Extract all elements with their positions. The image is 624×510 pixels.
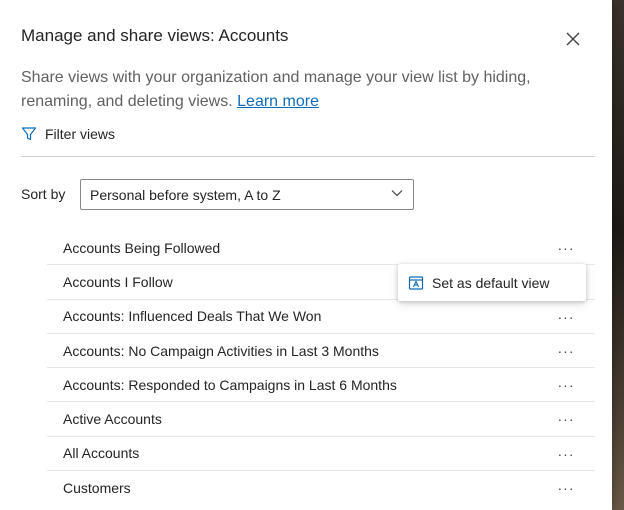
divider [21, 156, 595, 157]
view-row[interactable]: Accounts: Responded to Campaigns in Last… [47, 368, 595, 403]
more-options-button[interactable]: ··· [551, 443, 581, 465]
view-row[interactable]: Accounts: Influenced Deals That We Won ·… [47, 300, 595, 334]
close-button[interactable] [560, 26, 586, 52]
view-row[interactable]: All Accounts ··· [47, 437, 595, 472]
view-row[interactable]: Accounts Being Followed ··· [47, 231, 595, 266]
manage-views-panel: Manage and share views: Accounts Share v… [0, 0, 612, 510]
sort-selected-value: Personal before system, A to Z [90, 186, 281, 203]
more-options-button[interactable]: ··· [551, 340, 581, 362]
set-default-view-label: Set as default view [432, 274, 550, 291]
view-label: Accounts: Responded to Campaigns in Last… [63, 376, 397, 393]
filter-views-button[interactable]: Filter views [21, 126, 115, 142]
view-row[interactable]: Accounts: No Campaign Activities in Last… [47, 334, 595, 369]
more-options-button[interactable]: ··· [551, 306, 581, 328]
default-view-icon [408, 275, 424, 290]
more-options-button[interactable]: ··· [551, 374, 581, 396]
view-row[interactable]: Customers ··· [47, 471, 595, 505]
more-options-button[interactable]: ··· [551, 408, 581, 430]
more-options-button[interactable]: ··· [551, 477, 581, 499]
sort-dropdown[interactable]: Personal before system, A to Z [80, 179, 414, 210]
panel-description: Share views with your organization and m… [21, 66, 581, 114]
sort-label: Sort by [21, 186, 66, 202]
background-image [612, 0, 624, 510]
view-label: Accounts Being Followed [63, 239, 221, 256]
panel-title: Manage and share views: Accounts [21, 26, 289, 45]
view-label: Accounts: No Campaign Activities in Last… [63, 342, 379, 359]
learn-more-link[interactable]: Learn more [237, 93, 319, 110]
filter-views-label: Filter views [45, 126, 116, 142]
view-label: Customers [63, 480, 131, 497]
view-label: All Accounts [63, 445, 140, 462]
view-label: Accounts: Influenced Deals That We Won [63, 308, 322, 325]
view-row[interactable]: Active Accounts ··· [47, 402, 595, 437]
set-default-view-menu-item[interactable]: Set as default view [398, 264, 586, 301]
chevron-down-icon [391, 190, 403, 197]
filter-icon [21, 127, 37, 141]
view-label: Active Accounts [63, 411, 162, 428]
close-icon [566, 32, 580, 46]
view-label: Accounts I Follow [63, 273, 173, 290]
more-options-button[interactable]: ··· [551, 237, 581, 259]
